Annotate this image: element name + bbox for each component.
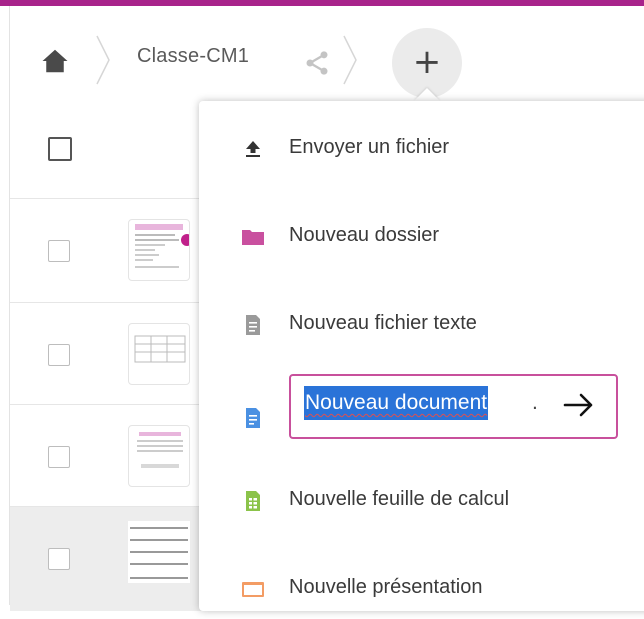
menu-item-new-folder[interactable]: Nouveau dossier (199, 207, 644, 267)
folder-icon (242, 230, 264, 245)
new-document-name-form: Nouveau document . (289, 374, 618, 439)
menu-item-label: Nouveau fichier texte (289, 312, 477, 334)
file-thumbnail[interactable] (128, 219, 190, 281)
file-thumbnail[interactable] (128, 425, 190, 487)
menu-item-new-spreadsheet[interactable]: Nouvelle feuille de calcul (199, 471, 644, 531)
spreadsheet-icon (246, 491, 260, 511)
document-preview-icon (135, 224, 189, 268)
row-checkbox[interactable] (48, 548, 70, 570)
row-checkbox[interactable] (48, 240, 70, 262)
menu-item-label: Nouvelle feuille de calcul (289, 488, 510, 510)
breadcrumb-separator (343, 35, 357, 85)
presentation-icon (242, 582, 264, 597)
row-checkbox[interactable] (48, 344, 70, 366)
filename-dot: . (532, 391, 538, 414)
menu-item-label: Envoyer un fichier (289, 136, 450, 158)
menu-item-new-presentation[interactable]: Nouvelle présentation (199, 559, 644, 619)
upload-icon (246, 141, 260, 157)
menu-caret (414, 88, 440, 101)
breadcrumb: Classe-CM1 + (0, 6, 644, 100)
arrow-right-icon[interactable] (561, 389, 597, 421)
breadcrumb-folder-classe-cm1[interactable]: Classe-CM1 (137, 45, 249, 68)
menu-item-label: Nouvelle présentation (289, 576, 483, 598)
document-preview-icon (137, 432, 183, 468)
text-file-icon (246, 315, 260, 335)
text-preview-icon (128, 521, 190, 583)
file-thumbnail[interactable] (128, 323, 190, 385)
table-preview-icon (134, 335, 186, 363)
select-all-checkbox[interactable] (48, 137, 72, 161)
breadcrumb-separator (96, 35, 110, 85)
menu-item-new-text-file[interactable]: Nouveau fichier texte (199, 295, 644, 355)
new-item-menu: Envoyer un fichier Nouveau dossier Nouve… (199, 101, 644, 611)
row-checkbox[interactable] (48, 446, 70, 468)
new-document-name-input[interactable]: Nouveau document (304, 386, 489, 420)
document-icon (246, 408, 260, 428)
share-icon[interactable] (303, 49, 331, 77)
menu-item-upload-file[interactable]: Envoyer un fichier (199, 119, 644, 179)
file-thumbnail[interactable] (128, 521, 190, 583)
home-icon[interactable] (40, 46, 70, 76)
menu-item-label: Nouveau dossier (289, 224, 440, 246)
